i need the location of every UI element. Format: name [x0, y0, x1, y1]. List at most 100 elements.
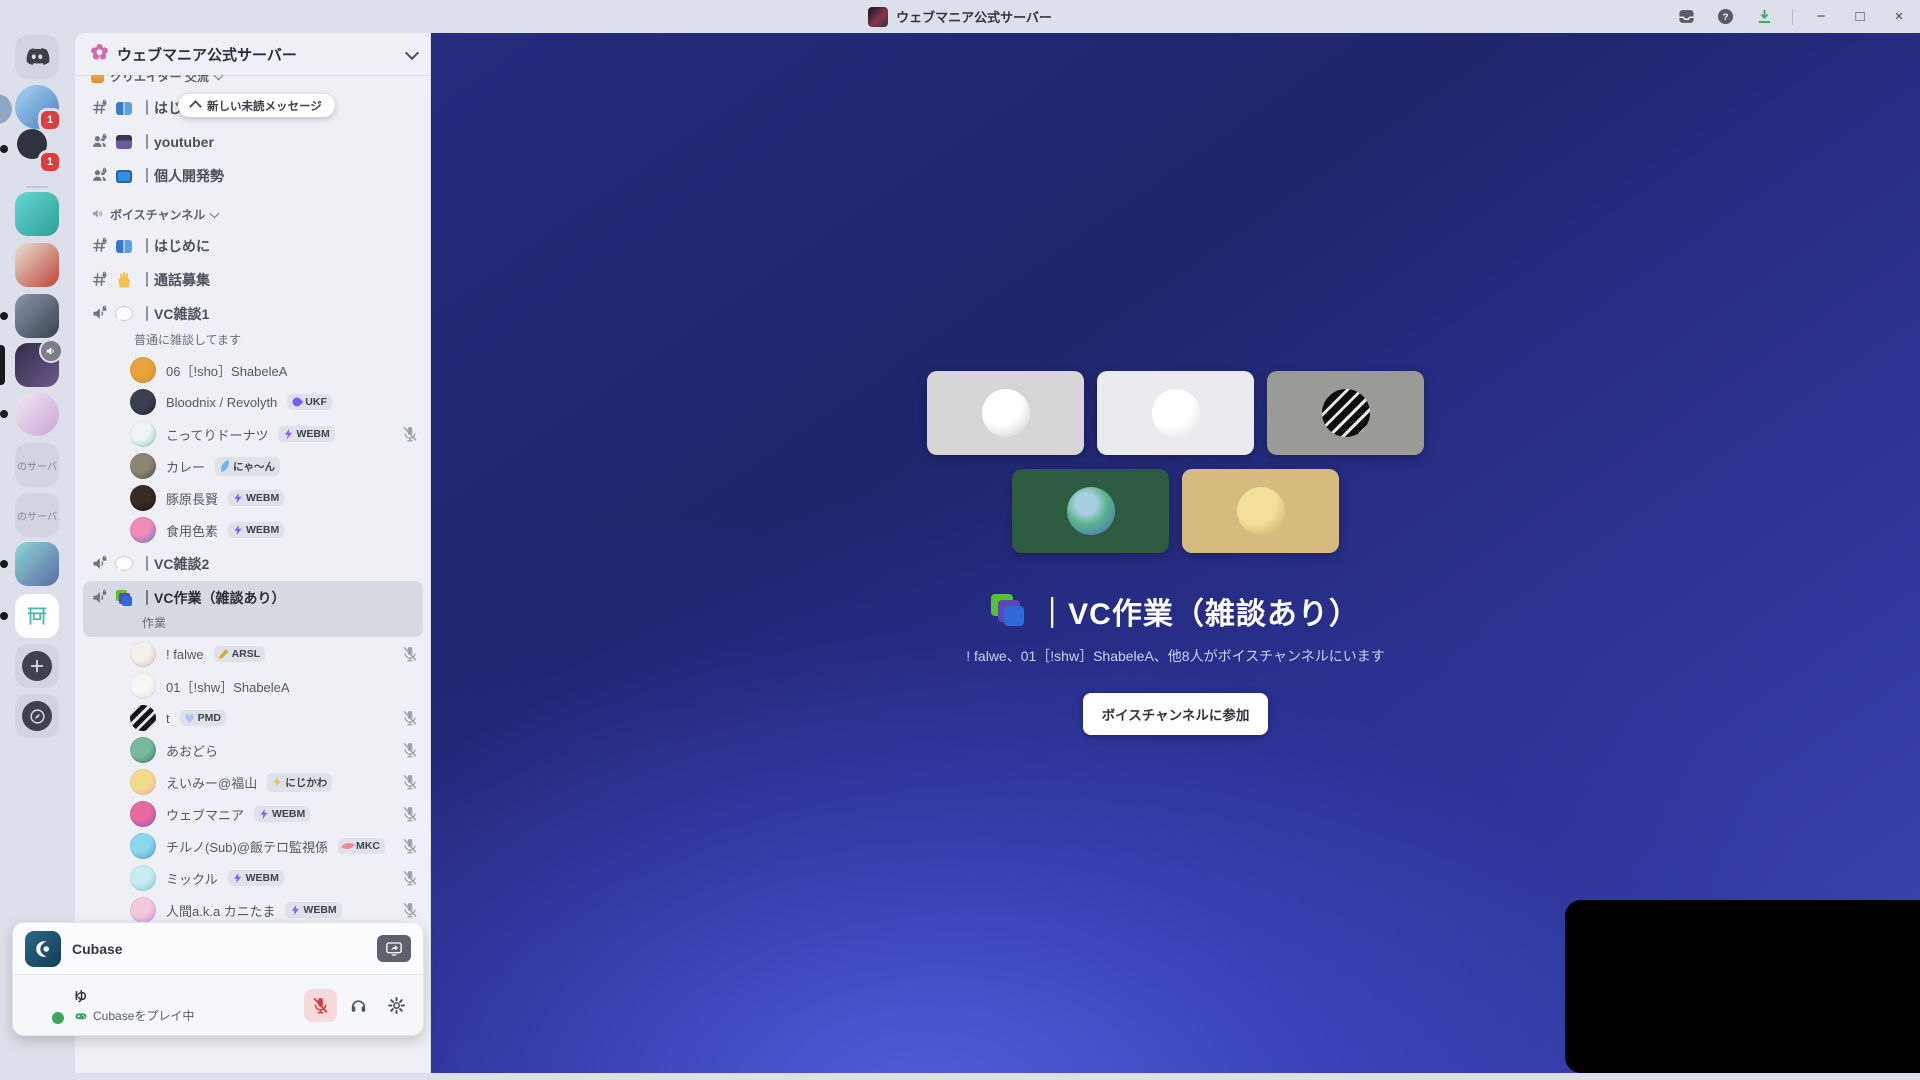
voice-member-row[interactable]: ! falwe ARSL: [75, 638, 431, 670]
monitor-emoji-icon: [116, 169, 132, 183]
participant-tile[interactable]: [927, 371, 1084, 455]
speaker-lock-icon: [91, 555, 108, 572]
activity-row: Cubase: [13, 923, 423, 975]
channel-category[interactable]: ボイスチャンネル: [75, 193, 431, 228]
participant-tile[interactable]: [1182, 469, 1339, 553]
participant-tile[interactable]: [1267, 371, 1424, 455]
muted-mic-icon: [401, 645, 419, 663]
unread-dot: [0, 410, 8, 418]
server-icon[interactable]: [0, 392, 59, 436]
guild-header[interactable]: ウェブマニア公式サーバー: [75, 33, 431, 76]
channel-row[interactable]: ｜はじめに: [83, 229, 423, 262]
server-icon[interactable]: [0, 594, 59, 638]
voice-channel-title-text: ｜VC作業（雑談あり）: [1037, 598, 1360, 631]
voice-member-row[interactable]: Bloodnix / Revolyth UKF: [75, 386, 431, 418]
hash-lock-icon: [91, 237, 108, 254]
window-titlebar: ウェブマニア公式サーバー ? − □ ×: [0, 0, 1920, 33]
mention-badge: 1: [38, 150, 62, 174]
member-avatar: [130, 453, 156, 479]
update-download-icon[interactable]: [1753, 6, 1775, 28]
bottom-edge-strip: [0, 1073, 1920, 1080]
activity-app-name: Cubase: [72, 940, 123, 957]
discord-home-button[interactable]: [15, 35, 59, 79]
books-emoji-icon: [991, 594, 1025, 628]
inbox-icon[interactable]: [1675, 6, 1697, 28]
deafen-button[interactable]: [342, 989, 375, 1022]
member-tag-badge: MKC: [338, 838, 385, 854]
guild-name: ウェブマニア公式サーバー: [117, 46, 297, 64]
member-name: えいみー@福山: [166, 775, 258, 791]
unread-banner[interactable]: 新しい未読メッセージ: [178, 94, 335, 117]
voice-member-row[interactable]: こってりドーナツ WEBM: [75, 418, 431, 450]
settings-gear-button[interactable]: [380, 989, 413, 1022]
member-tag-badge: UKF: [287, 394, 332, 410]
channel-status: 普通に雑談してます: [134, 333, 242, 347]
voice-member-row[interactable]: カレー にゃ～ん: [75, 450, 431, 482]
participant-tile[interactable]: [1012, 469, 1169, 553]
voice-member-row[interactable]: ミックル WEBM: [75, 862, 431, 894]
titlebar-divider: [1792, 8, 1793, 25]
server-icon[interactable]: [0, 542, 59, 586]
server-icon[interactable]: [15, 192, 59, 236]
help-icon[interactable]: ?: [1714, 6, 1736, 28]
close-button[interactable]: ×: [1888, 6, 1910, 28]
channel-row[interactable]: ｜youtuber: [83, 125, 423, 158]
channel-row[interactable]: ｜VC雑談2: [83, 547, 423, 580]
unread-banner-label: 新しい未読メッセージ: [207, 100, 322, 113]
server-icon[interactable]: [0, 294, 59, 338]
voice-member-row[interactable]: 食用色素 WEBM: [75, 514, 431, 546]
voice-member-row[interactable]: 豚原長賢 WEBM: [75, 482, 431, 514]
username: ゆ: [74, 989, 88, 1004]
explore-servers-button[interactable]: [15, 694, 59, 738]
voice-channel-title: ｜VC作業（雑談あり）: [991, 589, 1360, 633]
muted-mic-icon: [401, 425, 419, 443]
member-tag-badge: WEBM: [278, 426, 335, 442]
dm-avatar[interactable]: 1: [0, 91, 62, 174]
member-name: 01［!shw］ShabeleA: [166, 679, 290, 695]
unread-dot: [0, 145, 8, 153]
mic-muted-button[interactable]: [304, 988, 337, 1022]
muted-mic-icon: [401, 773, 419, 791]
member-avatar: [130, 737, 156, 763]
member-avatar: [130, 801, 156, 827]
voice-member-row[interactable]: t PMD: [75, 702, 431, 734]
server-folder-label[interactable]: のサーバ: [15, 443, 59, 487]
voice-member-row[interactable]: 06［!sho］ShabeleA: [75, 354, 431, 386]
voice-member-row[interactable]: ウェブマニア WEBM: [75, 798, 431, 830]
server-folder-label[interactable]: のサーバ: [15, 493, 59, 537]
channel-name: ｜はじめに: [140, 237, 210, 254]
stream-activity-button[interactable]: [377, 935, 411, 962]
server-icon[interactable]: [15, 243, 59, 287]
member-tag-badge: WEBM: [227, 870, 284, 886]
dm-avatar[interactable]: 1: [0, 85, 62, 132]
chevron-down-icon: [404, 45, 420, 60]
member-avatar: [130, 705, 156, 731]
channel-row[interactable]: ｜通話募集: [83, 263, 423, 296]
join-voice-button[interactable]: ボイスチャンネルに参加: [1082, 693, 1269, 735]
channel-name: ｜個人開発勢: [140, 167, 224, 184]
user-activity-status: Cubaseをプレイ中: [74, 1007, 194, 1024]
maximize-button[interactable]: □: [1849, 6, 1871, 28]
user-avatar[interactable]: [25, 985, 67, 1027]
chevron-down-icon: [213, 75, 224, 81]
muted-mic-icon: [401, 709, 419, 727]
channel-row[interactable]: ｜VC作業（雑談あり）: [83, 581, 423, 614]
participant-tile[interactable]: [1097, 371, 1254, 455]
voice-member-row[interactable]: えいみー@福山 にじかわ: [75, 766, 431, 798]
add-server-button[interactable]: [15, 644, 59, 688]
voice-member-row[interactable]: あおどら: [75, 734, 431, 766]
voice-member-row[interactable]: 01［!shw］ShabeleA: [75, 670, 431, 702]
voice-member-row[interactable]: チルノ(Sub)@飯テロ監視係 MKC: [75, 830, 431, 862]
channel-row[interactable]: ｜個人開発勢: [83, 159, 423, 192]
user-meta: ゆ Cubaseをプレイ中: [74, 986, 194, 1024]
channel-category[interactable]: クリエイター 交流: [75, 75, 431, 90]
pip-video-overlay[interactable]: [1565, 900, 1920, 1073]
member-name: 人間a.k.a カニたま: [166, 903, 276, 919]
hash-lock-icon: [91, 271, 108, 288]
channel-row[interactable]: ｜VC雑談1: [83, 297, 423, 330]
minimize-button[interactable]: −: [1810, 6, 1832, 28]
channel-status: 作業: [142, 616, 167, 630]
member-name: チルノ(Sub)@飯テロ監視係: [166, 839, 328, 855]
server-icon[interactable]: [0, 339, 63, 387]
books-emoji-icon: [116, 589, 132, 606]
